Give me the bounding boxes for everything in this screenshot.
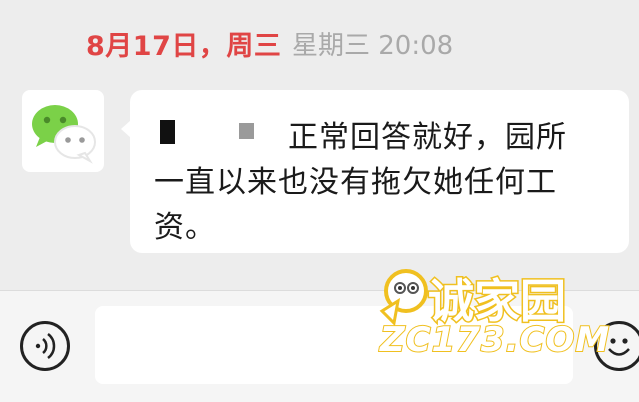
message-text-line: 一直以来也没有拖欠她任何工 [154, 165, 557, 200]
voice-icon [35, 333, 56, 359]
message-text-line: 资。 [154, 210, 216, 245]
date-overlay-label: 8月17日，周三 [86, 31, 282, 62]
site-watermark: 诚家园 ZC173.COM [370, 255, 610, 365]
redaction-mark [160, 120, 175, 144]
redaction-mark [239, 123, 254, 139]
timestamp-row: 星期三 20:08 8月17日，周三 [0, 18, 639, 62]
voice-button[interactable] [20, 321, 70, 371]
message-text-line: 正常回答就好，园所 [288, 120, 567, 155]
bubble-tail [121, 120, 131, 138]
avatar[interactable] [22, 90, 104, 172]
message-bubble[interactable]: 正常回答就好，园所 一直以来也没有拖欠她任何工 资。 [121, 90, 629, 253]
message-timestamp: 星期三 20:08 [292, 31, 454, 61]
wechat-logo-icon [32, 105, 96, 164]
watermark-en-text: ZC173.COM [379, 319, 611, 361]
